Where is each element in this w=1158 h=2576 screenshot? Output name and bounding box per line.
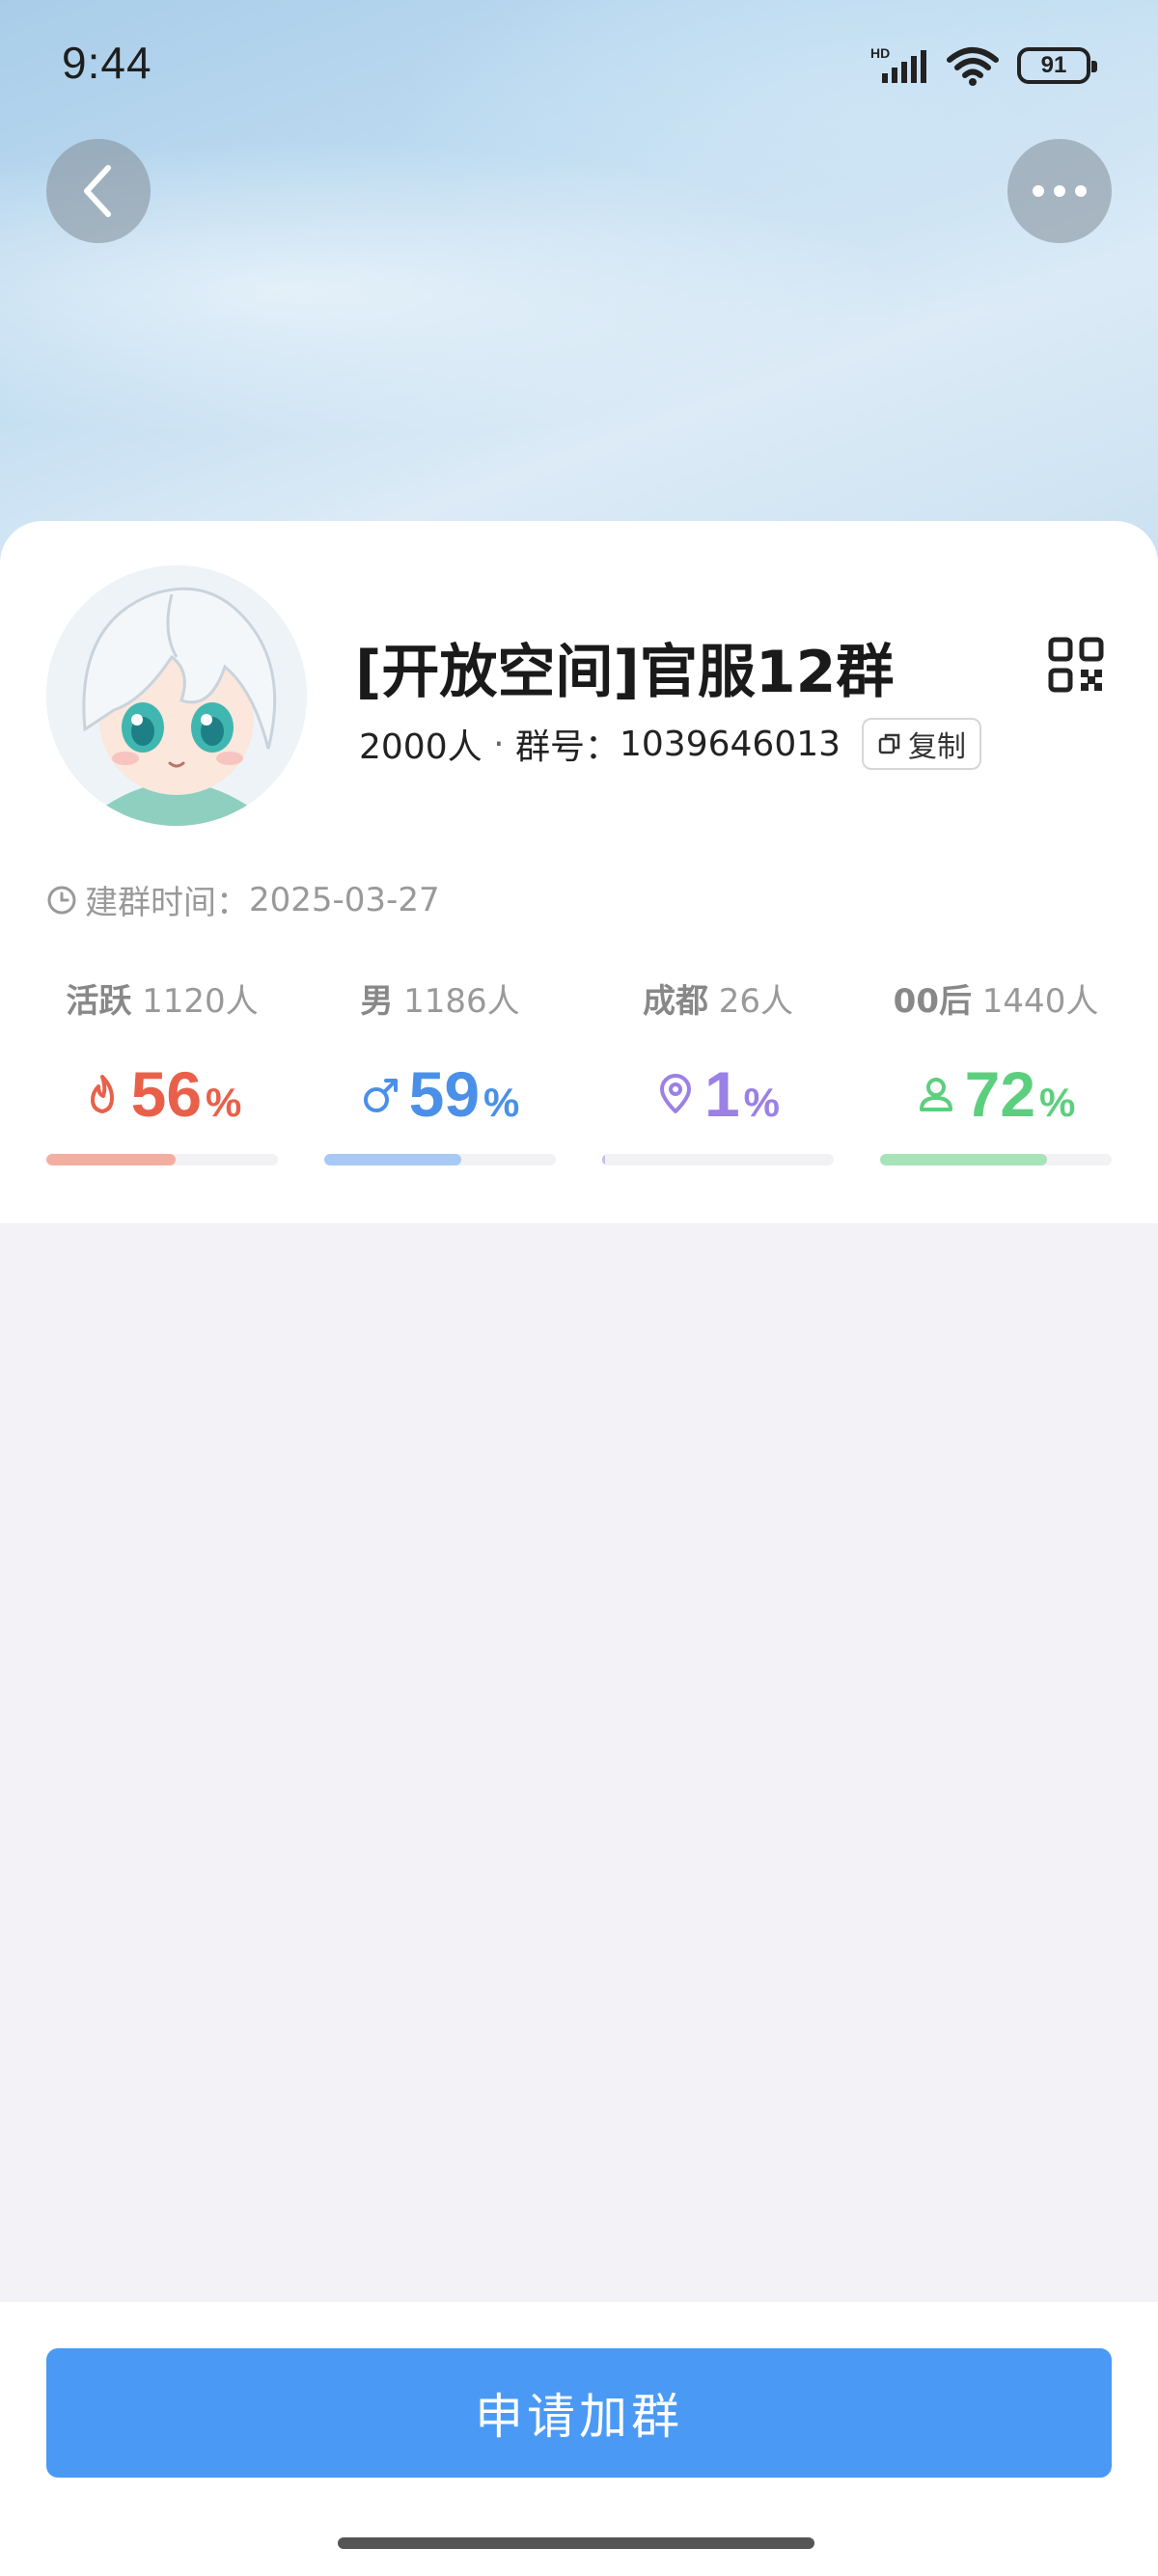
location-pin-icon bbox=[659, 1074, 691, 1113]
cellular-signal-icon: HD bbox=[870, 45, 926, 83]
stat-unit: % bbox=[206, 1080, 242, 1125]
more-dots-icon bbox=[1033, 185, 1087, 197]
stat-progress-fill bbox=[324, 1154, 461, 1165]
stat-age: 00后 1440人 72% bbox=[880, 974, 1112, 1167]
copy-label: 复制 bbox=[908, 730, 967, 764]
wifi-icon bbox=[947, 47, 999, 86]
created-time: 建群时间： 2025-03-27 bbox=[46, 876, 440, 923]
meta-separator: · bbox=[482, 724, 515, 764]
stat-progress-bar bbox=[880, 1154, 1112, 1165]
stat-label: 00后 1440人 bbox=[880, 974, 1112, 1022]
stat-progress-bar bbox=[324, 1154, 556, 1165]
stat-count: 26人 bbox=[718, 982, 794, 1021]
stat-unit: % bbox=[483, 1080, 520, 1125]
group-id: 1039646013 bbox=[619, 724, 841, 764]
group-id-label: 群号： bbox=[514, 727, 620, 767]
qr-code-icon bbox=[1048, 637, 1104, 693]
more-button[interactable] bbox=[1007, 139, 1112, 243]
flame-icon bbox=[90, 1075, 114, 1113]
stat-number: 1 bbox=[703, 1058, 740, 1130]
stat-label: 成都 26人 bbox=[602, 974, 834, 1022]
stat-progress-fill bbox=[602, 1154, 605, 1165]
created-label: 建群时间： bbox=[85, 884, 249, 922]
stat-active: 活跃 1120人 56% bbox=[46, 974, 278, 1167]
stat-male: 男 1186人 59% bbox=[324, 974, 556, 1167]
stat-value: 56% bbox=[46, 1057, 278, 1131]
clock-icon bbox=[47, 886, 76, 914]
stat-label: 男 1186人 bbox=[324, 974, 556, 1022]
stat-progress-bar bbox=[46, 1154, 278, 1165]
stat-count: 1440人 bbox=[981, 982, 1099, 1021]
stat-key: 活跃 bbox=[66, 982, 132, 1021]
back-button[interactable] bbox=[46, 139, 151, 243]
svg-text:HD: HD bbox=[870, 45, 890, 61]
stat-value: 72% bbox=[880, 1057, 1112, 1131]
stat-key: 男 bbox=[360, 982, 394, 1021]
stat-value: 1% bbox=[602, 1057, 834, 1131]
copy-icon bbox=[878, 733, 900, 754]
status-time: 9:44 bbox=[62, 38, 152, 88]
stat-progress-fill bbox=[46, 1154, 177, 1165]
stat-count: 1186人 bbox=[403, 982, 520, 1021]
copy-button[interactable]: 复制 bbox=[862, 718, 982, 770]
group-avatar[interactable] bbox=[46, 565, 307, 826]
male-icon bbox=[363, 1079, 398, 1112]
stat-unit: % bbox=[1039, 1080, 1076, 1125]
stat-progress-bar bbox=[602, 1154, 834, 1165]
chevron-left-icon bbox=[84, 165, 111, 217]
stat-key: 成都 bbox=[642, 982, 708, 1021]
stat-progress-fill bbox=[880, 1154, 1047, 1165]
stat-count: 1120人 bbox=[142, 982, 259, 1021]
group-name: [开放空间]官服12群 bbox=[355, 639, 895, 706]
battery-level: 91 bbox=[1040, 52, 1067, 78]
group-stats: 活跃 1120人 56% 男 1186人 59% 成都 26人 1% 00后 1… bbox=[46, 974, 1112, 1167]
stat-city: 成都 26人 1% bbox=[602, 974, 834, 1167]
stat-number: 56 bbox=[130, 1058, 203, 1130]
home-indicator[interactable] bbox=[338, 2537, 814, 2549]
stat-number: 72 bbox=[964, 1058, 1036, 1130]
apply-join-button[interactable]: 申请加群 bbox=[46, 2348, 1112, 2478]
created-date: 2025-03-27 bbox=[249, 880, 440, 919]
battery-icon: 91 bbox=[1017, 47, 1097, 84]
member-count: 2000人 bbox=[359, 727, 482, 767]
stat-value: 59% bbox=[324, 1057, 556, 1131]
anime-character-avatar-icon bbox=[46, 565, 307, 826]
stat-label: 活跃 1120人 bbox=[46, 974, 278, 1022]
stat-unit: % bbox=[743, 1080, 781, 1125]
qr-code-button[interactable] bbox=[1048, 637, 1104, 693]
status-icons: HD 91 bbox=[868, 42, 1097, 89]
status-bar: 9:44 HD 91 bbox=[0, 0, 1158, 135]
stat-key: 00后 bbox=[893, 982, 972, 1021]
stat-number: 59 bbox=[408, 1058, 481, 1130]
group-meta: 2000人 · 群号： 1039646013 复制 bbox=[359, 718, 982, 770]
person-icon bbox=[919, 1078, 952, 1111]
